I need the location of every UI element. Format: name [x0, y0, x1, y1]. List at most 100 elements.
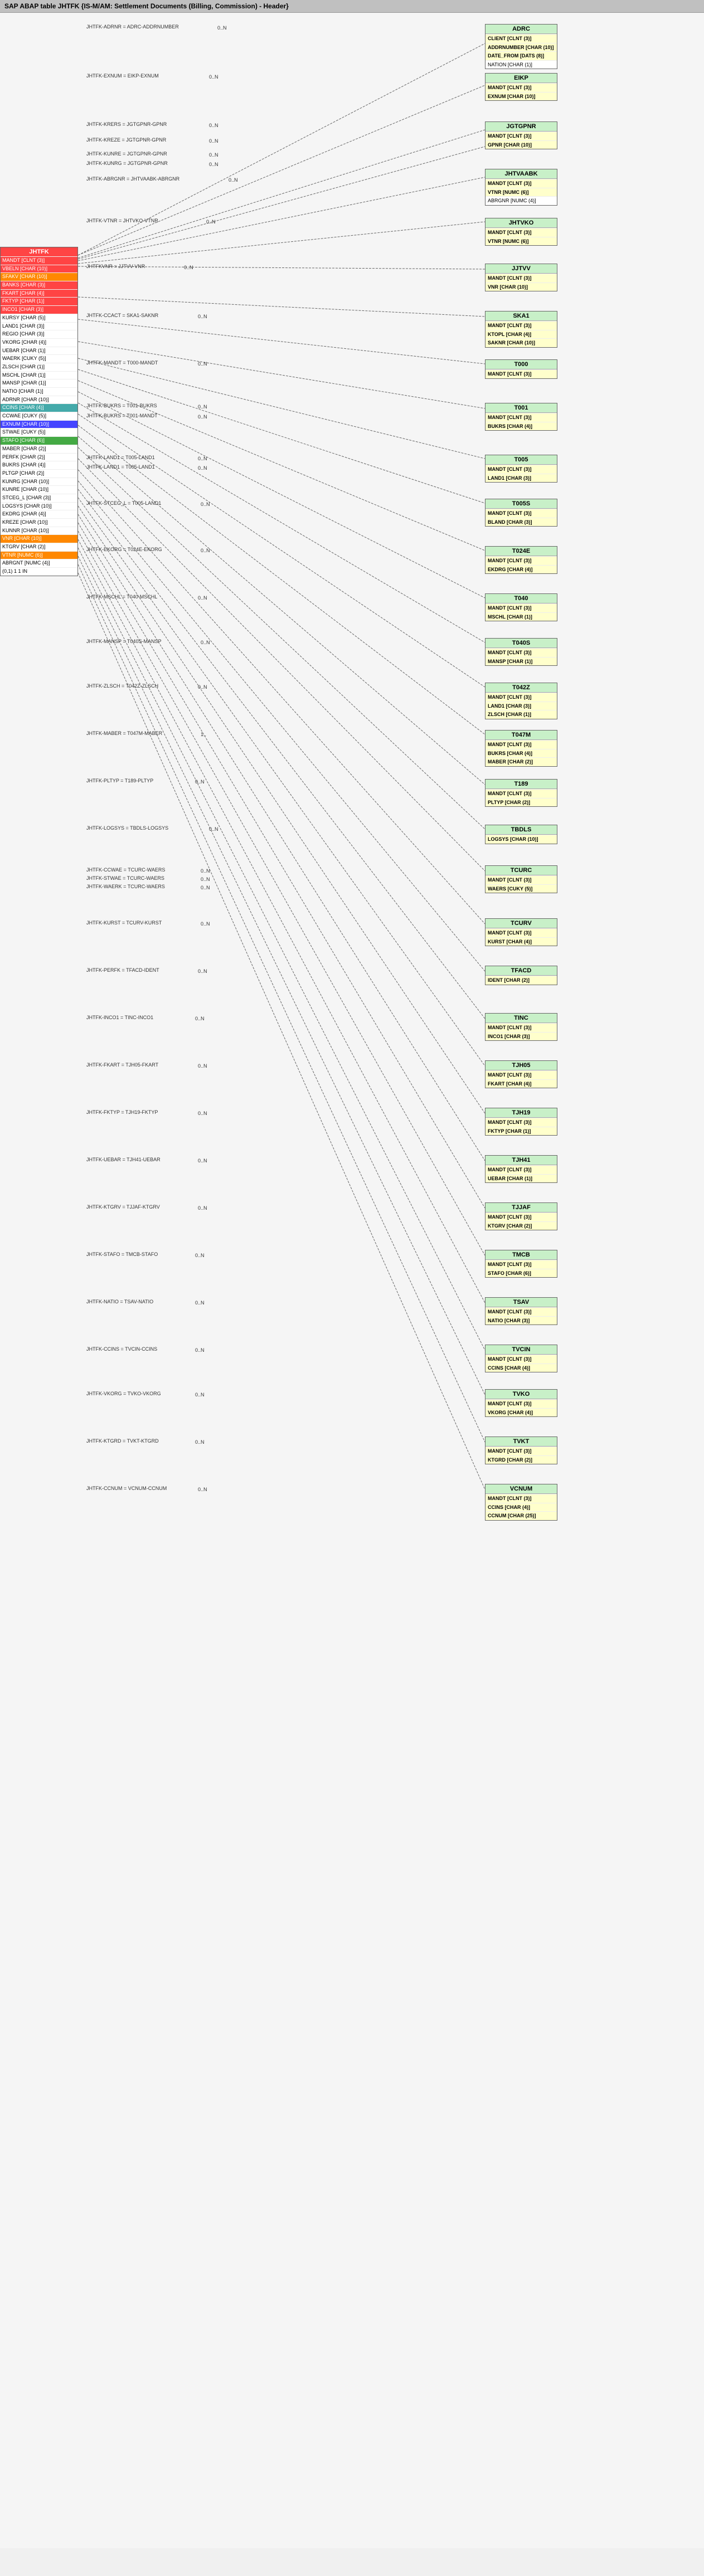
tinc-row-inco1: INCO1 [CHAR (3)] — [485, 1032, 557, 1041]
t001-header: T001 — [485, 403, 557, 413]
rel-tmcb-card: 0..N — [195, 1253, 205, 1258]
eikp-row-exnum: EXNUM [CHAR (10)] — [485, 92, 557, 101]
tvko-row-vkorg: VKORG [CHAR (4)] — [485, 1408, 557, 1417]
tmcb-row-mandt: MANDT [CLNT (3)] — [485, 1260, 557, 1269]
tmcb-row-stafo: STAFO [CHAR (6)] — [485, 1269, 557, 1278]
ska1-row-saknr: SAKNR [CHAR (10)] — [485, 338, 557, 347]
t047m-table: T047M MANDT [CLNT (3)] BUKRS [CHAR (4)] … — [485, 730, 557, 767]
jhtvaabk-row-abrgnr: ABRGNR [NUMC (4)] — [485, 196, 557, 205]
tbdls-table: TBDLS LOGSYS [CHAR (10)] — [485, 825, 557, 844]
jhtfk-row-mansp: MANSP [CHAR (1)] — [1, 379, 77, 387]
jhtfk-row-uebar: UEBAR [CHAR (1)] — [1, 347, 77, 355]
rel-t042z-card: 0..N — [198, 684, 207, 690]
jhtfk-row-natio: NATIO [CHAR (1)] — [1, 387, 77, 396]
rel-t000-label: JHTFK-MANDT = T000-MANDT — [86, 360, 158, 366]
jhtfk-row-kunrg: KUNRG [CHAR (10)] — [1, 478, 77, 486]
tjh05-table: TJH05 MANDT [CLNT (3)] FKART [CHAR (4)] — [485, 1060, 557, 1088]
rel-tvcin-card: 0..N — [195, 1347, 205, 1353]
t024e-row-mandt: MANDT [CLNT (3)] — [485, 556, 557, 565]
t005s-row-bland: BLAND [CHAR (3)] — [485, 518, 557, 527]
t047m-row-bukrs: BUKRS [CHAR (4)] — [485, 749, 557, 758]
tjh05-row-mandt: MANDT [CLNT (3)] — [485, 1070, 557, 1079]
jhtfk-row-land1: LAND1 [CHAR (3)] — [1, 322, 77, 330]
tvcin-header: TVCIN — [485, 1345, 557, 1355]
tcurv-row-kurst: KURST [CHAR (4)] — [485, 937, 557, 946]
t005s-header: T005S — [485, 499, 557, 509]
rel-eikp-label: JHTFK-EXNUM = EIKP-EXNUM — [86, 73, 159, 79]
jhtfk-row-mandt: MANDT [CLNT (3)] — [1, 256, 77, 265]
jhtvaabk-table: JHTVAABK MANDT [CLNT (3)] VTNR [NUMC (6)… — [485, 169, 557, 206]
t047m-header: T047M — [485, 731, 557, 740]
t040s-header: T040S — [485, 639, 557, 648]
jhtfk-row-ekdrg: EKDRG [CHAR (4)] — [1, 510, 77, 518]
jhtfk-row-kunnr: KUNNR [CHAR (10)] — [1, 527, 77, 535]
jhtfk-table: JHTFK MANDT [CLNT (3)] VBELN [CHAR (10)]… — [0, 247, 78, 576]
rel-tbdls-card: 0..N — [209, 826, 219, 832]
tcurc-table: TCURC MANDT [CLNT (3)] WAERS [CUKY (5)] — [485, 865, 557, 893]
rel-t040-label: JHTFK-MSCHL = T040-MSCHL — [86, 594, 157, 600]
jhtfk-row-note: (0,1) 1 1 IN — [1, 567, 77, 576]
rel-tjh41-label: JHTFK-UEBAR = TJH41-UEBAR — [86, 1157, 161, 1162]
vcnum-table: VCNUM MANDT [CLNT (3)] CCINS [CHAR (4)] … — [485, 1484, 557, 1521]
jhtvko-table: JHTVKO MANDT [CLNT (3)] VTNR [NUMC (6)] — [485, 218, 557, 246]
rel-jhtvko-label: JHTFK-VTNR = JHTVKO-VTNR — [86, 218, 158, 223]
eikp-row-mandt: MANDT [CLNT (3)] — [485, 83, 557, 92]
jhtfk-row-maber: MABER [CHAR (2)] — [1, 445, 77, 453]
tinc-row-mandt: MANDT [CLNT (3)] — [485, 1023, 557, 1032]
rel-tbdls-label: JHTFK-LOGSYS = TBDLS-LOGSYS — [86, 825, 168, 831]
t001-row-mandt: MANDT [CLNT (3)] — [485, 413, 557, 422]
t047m-row-maber: MABER [CHAR (2)] — [485, 757, 557, 766]
t001-row-bukrs: BUKRS [CHAR (4)] — [485, 422, 557, 431]
rel-t001b-label: JHTFK-BUKRS = T001-MANDT — [86, 413, 158, 418]
rel-tinc-label: JHTFK-INCO1 = TINC-INCO1 — [86, 1015, 153, 1020]
rel-tcurv-label: JHTFK-KURST = TCURV-KURST — [86, 920, 162, 926]
rel-t000-card: 0..N — [198, 361, 207, 367]
jjtvv-header: JJTVV — [485, 264, 557, 274]
rel-tcurv-card: 0..N — [201, 921, 210, 927]
eikp-header: EIKP — [485, 74, 557, 83]
jgtgpnr-table: JGTGPNR MANDT [CLNT (3)] GPNR [CHAR (10)… — [485, 121, 557, 149]
rel-tsav-label: JHTFK-NATIO = TSAV-NATIO — [86, 1299, 153, 1304]
ska1-table: SKA1 MANDT [CLNT (3)] KTOPL [CHAR (4)] S… — [485, 311, 557, 348]
t005-row-land1: LAND1 [CHAR (3)] — [485, 474, 557, 483]
vcnum-row-ccins: CCINS [CHAR (4)] — [485, 1503, 557, 1512]
jhtfk-row-stwae: STWAE [CUKY (5)] — [1, 428, 77, 436]
t001-table: T001 MANDT [CLNT (3)] BUKRS [CHAR (4)] — [485, 403, 557, 431]
tcurv-row-mandt: MANDT [CLNT (3)] — [485, 928, 557, 937]
jhtfk-row-stceg_l: STCEG_L [CHAR (3)] — [1, 494, 77, 502]
tjh19-table: TJH19 MANDT [CLNT (3)] FKTYP [CHAR (1)] — [485, 1108, 557, 1136]
tcurv-table: TCURV MANDT [CLNT (3)] KURST [CHAR (4)] — [485, 918, 557, 946]
t005-table: T005 MANDT [CLNT (3)] LAND1 [CHAR (3)] — [485, 455, 557, 483]
jhtvko-row-vtnr: VTNR [NUMC (6)] — [485, 237, 557, 246]
rel-t189-label: JHTFK-PLTYP = T189-PLTYP — [86, 778, 153, 783]
jhtfk-row-fktyp: FKTYP [CHAR (1)] — [1, 297, 77, 305]
vcnum-header: VCNUM — [485, 1484, 557, 1494]
rel-t005b-label: JHTFK-LAND1 = T005-LAND1 — [86, 464, 155, 470]
jhtfk-row-sfakv: SFAKV [CHAR (10)] — [1, 272, 77, 281]
t042z-row-zlsch: ZLSCH [CHAR (1)] — [485, 710, 557, 719]
t040-table: T040 MANDT [CLNT (3)] MSCHL [CHAR (1)] — [485, 593, 557, 621]
jhtfk-row-kunre: KUNRE [CHAR (10)] — [1, 485, 77, 494]
jhtfk-row-ktgrv: KTGRV [CHAR (2)] — [1, 543, 77, 551]
rel-vcnum-card: 0..N — [198, 1487, 207, 1492]
rel-tfacd-card: 0..N — [198, 968, 207, 974]
t000-row-mandt: MANDT [CLNT (3)] — [485, 369, 557, 378]
jhtfk-row-bukrs: BUKRS [CHAR (4)] — [1, 461, 77, 469]
jhtfk-row-vnr: VNR [CHAR (10)] — [1, 534, 77, 543]
rel-tsav-card: 0..N — [195, 1300, 205, 1306]
tbdls-header: TBDLS — [485, 825, 557, 835]
vcnum-row-ccnum: CCNUM [CHAR (25)] — [485, 1511, 557, 1520]
tcurc-header: TCURC — [485, 866, 557, 875]
rel-jjtvv-label: JHTFKVNR = JJTVV-VNR — [86, 264, 145, 269]
tjh19-row-fktyp: FKTYP [CHAR (1)] — [485, 1127, 557, 1136]
rel-jgtgpnr1-card: 0..N — [209, 123, 219, 128]
jhtfk-row-exnum: EXNUM [CHAR (10)] — [1, 420, 77, 428]
tvko-row-mandt: MANDT [CLNT (3)] — [485, 1399, 557, 1408]
rel-jgtgpnr2-label: JHTFK-KREZE = JGTGPNR-GPNR — [86, 137, 166, 143]
jhtfk-row-fkart: FKART [CHAR (4)] — [1, 289, 77, 298]
t005s-row-mandt: MANDT [CLNT (3)] — [485, 509, 557, 518]
rel-t005b-card: 0..N — [198, 465, 207, 471]
t024e-row-ekdrg: EKDRG [CHAR (4)] — [485, 565, 557, 574]
rel-jhtvaabk-card: 0..N — [229, 177, 238, 183]
tjh41-header: TJH41 — [485, 1156, 557, 1165]
